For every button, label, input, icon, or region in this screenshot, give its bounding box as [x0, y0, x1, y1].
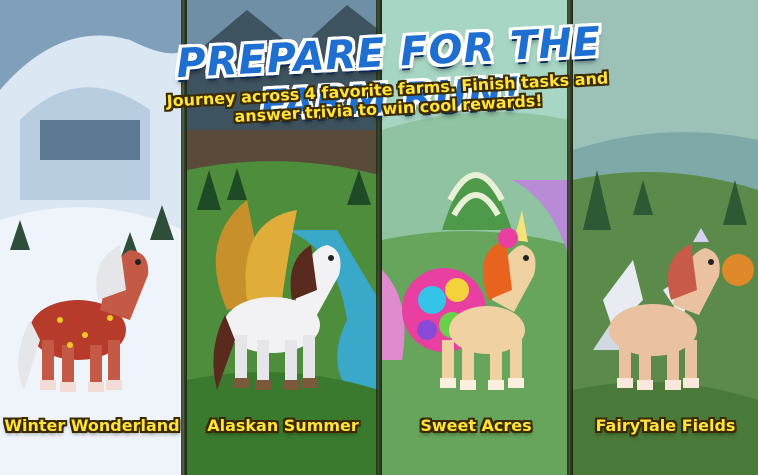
farm-name-label: FairyTale Fields — [595, 416, 736, 435]
farm-name-label: Alaskan Summer — [207, 416, 359, 435]
farm-run-banner: Winter Wonderland Alaskan Summer Sweet A… — [0, 0, 758, 475]
farm-name-label: Winter Wonderland — [4, 416, 180, 435]
farm-name-label: Sweet Acres — [420, 416, 532, 435]
